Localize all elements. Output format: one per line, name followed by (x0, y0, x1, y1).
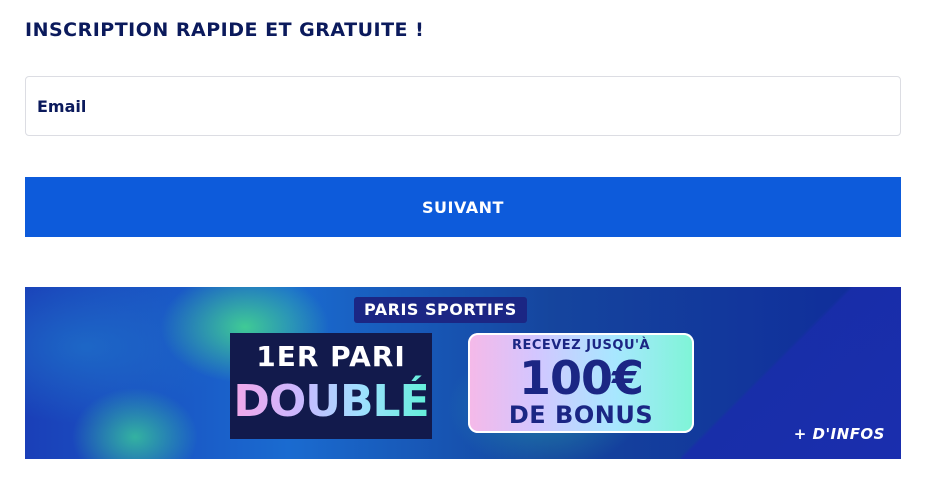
more-info-link[interactable]: + D'INFOS (794, 425, 885, 443)
signup-page: INSCRIPTION RAPIDE ET GRATUITE ! SUIVANT… (0, 0, 945, 493)
bonus-box: RECEVEZ JUSQU'À 100€ DE BONUS (468, 333, 694, 433)
signup-title: INSCRIPTION RAPIDE ET GRATUITE ! (25, 19, 425, 41)
next-button[interactable]: SUIVANT (25, 177, 901, 237)
promo-badge: PARIS SPORTIFS (354, 297, 527, 323)
promo-banner[interactable]: PARIS SPORTIFS 1ER PARI DOUBLÉ RECEVEZ J… (25, 287, 901, 459)
offer-box: 1ER PARI DOUBLÉ (230, 333, 432, 439)
bonus-amount: 100€ (518, 351, 644, 405)
offer-line-1: 1ER PARI (256, 340, 406, 373)
offer-line-2: DOUBLÉ (230, 375, 432, 429)
bonus-bottom-text: DE BONUS (508, 401, 654, 429)
email-field[interactable] (25, 76, 901, 136)
